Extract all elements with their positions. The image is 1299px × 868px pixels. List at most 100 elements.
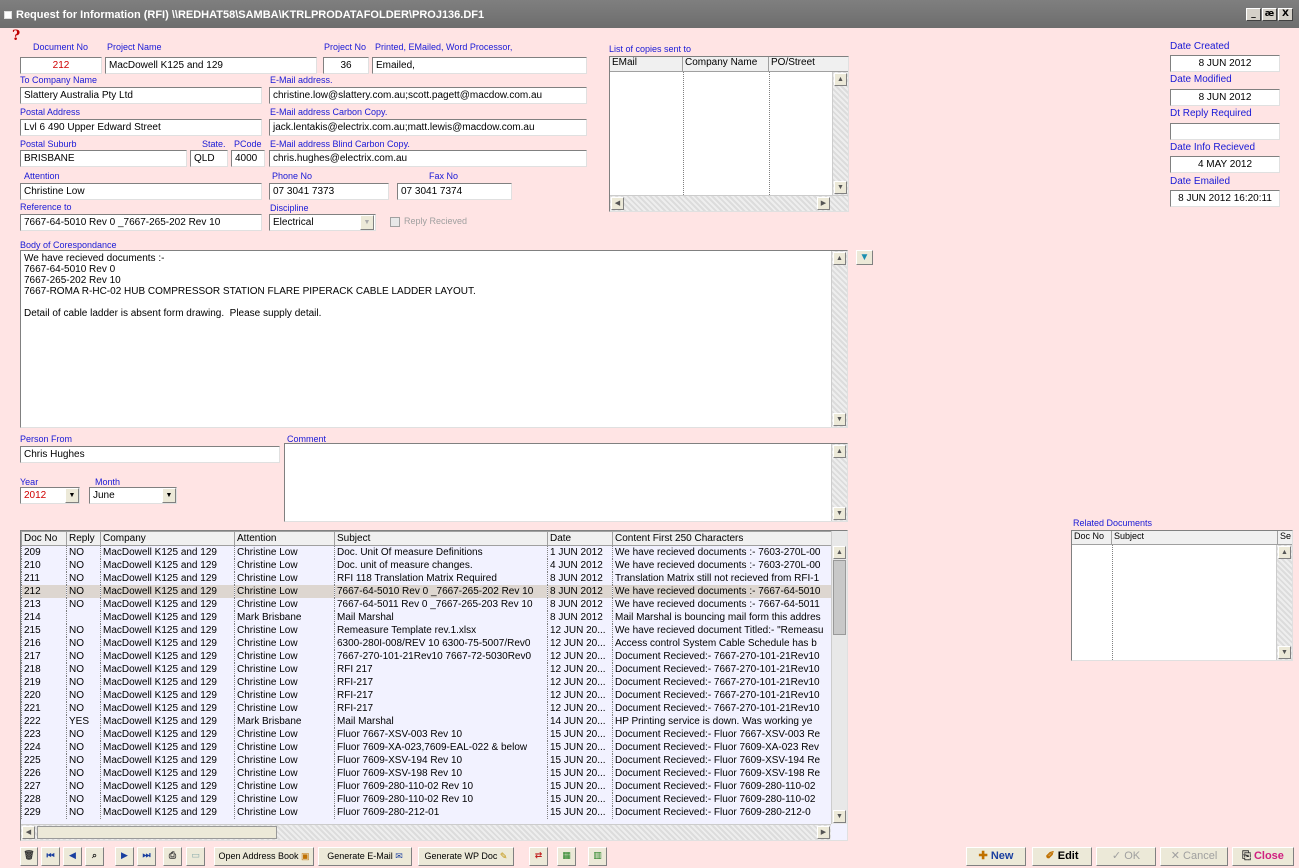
- table-row[interactable]: 211 NO MacDowell K125 and 129 Christine Low…: [21, 572, 832, 585]
- scroll-down-icon[interactable]: ▼: [1278, 646, 1291, 659]
- reply-received-checkbox[interactable]: [390, 217, 400, 227]
- grid-column-header[interactable]: Attention: [234, 531, 335, 546]
- copies-col-email[interactable]: EMail: [610, 57, 683, 71]
- scroll-right-icon[interactable]: ▶: [817, 197, 830, 210]
- date-created-field[interactable]: 8 JUN 2012: [1170, 55, 1280, 72]
- scroll-right-icon[interactable]: ▶: [817, 826, 830, 839]
- scroll-down-icon[interactable]: ▼: [833, 507, 846, 520]
- table-row[interactable]: 228 NO MacDowell K125 and 129 Christine Low…: [21, 793, 832, 806]
- open-address-book-button[interactable]: Open Address Book ▣: [214, 847, 314, 866]
- cancel-button[interactable]: ✕ Cancel: [1160, 847, 1228, 866]
- close-button[interactable]: ⎘ Close: [1232, 847, 1294, 866]
- previous-record-icon[interactable]: ◀: [63, 847, 82, 866]
- table-row[interactable]: 210 NO MacDowell K125 and 129 Christine Low…: [21, 559, 832, 572]
- table-row[interactable]: 216 NO MacDowell K125 and 129 Christine Low…: [21, 637, 832, 650]
- table-row[interactable]: 218 NO MacDowell K125 and 129 Christine Low…: [21, 663, 832, 676]
- table-row[interactable]: 220 NO MacDowell K125 and 129 Christine Low…: [21, 689, 832, 702]
- to-company-field[interactable]: Slattery Australia Pty Ltd: [20, 87, 262, 104]
- scroll-up-icon[interactable]: ▲: [1278, 546, 1291, 559]
- related-col-se[interactable]: Se: [1278, 531, 1292, 544]
- grid-hscroll-thumb[interactable]: [37, 826, 277, 839]
- year-dropdown-icon[interactable]: ▼: [65, 488, 79, 503]
- printed-field[interactable]: Emailed,: [372, 57, 587, 74]
- expand-body-icon[interactable]: ▼: [856, 250, 873, 265]
- document-no-field[interactable]: 212: [20, 57, 102, 74]
- grid-column-header[interactable]: Company: [100, 531, 235, 546]
- copies-col-street[interactable]: PO/Street: [769, 57, 848, 71]
- grid-column-header[interactable]: Content First 250 Characters: [612, 531, 832, 546]
- postal-suburb-field[interactable]: BRISBANE: [20, 150, 187, 167]
- edit-button[interactable]: ✐ Edit: [1032, 847, 1092, 866]
- related-list[interactable]: Doc No Subject Se ▲ ▼: [1071, 530, 1293, 661]
- email-cc-field[interactable]: jack.lentakis@electrix.com.au;matt.lewis…: [269, 119, 587, 136]
- close-window-button[interactable]: X: [1278, 8, 1293, 21]
- copies-col-company[interactable]: Company Name: [683, 57, 769, 71]
- grid-column-header[interactable]: Doc No: [21, 531, 67, 546]
- body-textarea[interactable]: We have recieved documents :- 7667-64-501…: [20, 250, 848, 428]
- table-row[interactable]: 217 NO MacDowell K125 and 129 Christine Low…: [21, 650, 832, 663]
- pcode-field[interactable]: 4000: [231, 150, 265, 167]
- reference-field[interactable]: 7667-64-5010 Rev 0 _7667-265-202 Rev 10: [20, 214, 262, 231]
- report-icon[interactable]: ▥: [588, 847, 607, 866]
- copies-list[interactable]: EMail Company Name PO/Street ▲ ▼ ◀ ▶: [609, 56, 849, 212]
- table-row[interactable]: 222 YES MacDowell K125 and 129 Mark Brisban…: [21, 715, 832, 728]
- body-vscroll[interactable]: ▲ ▼: [831, 251, 847, 427]
- copies-hscroll[interactable]: ◀ ▶: [610, 195, 848, 211]
- table-row[interactable]: 214 MacDowell K125 and 129 Mark Brisbane Ma…: [21, 611, 832, 624]
- table-row[interactable]: 221 NO MacDowell K125 and 129 Christine Low…: [21, 702, 832, 715]
- scroll-down-icon[interactable]: ▼: [833, 810, 846, 823]
- table-row[interactable]: 212 NO MacDowell K125 and 129 Christine Low…: [21, 585, 832, 598]
- person-from-field[interactable]: Chris Hughes: [20, 446, 280, 463]
- grid-column-header[interactable]: Subject: [334, 531, 548, 546]
- table-row[interactable]: 223 NO MacDowell K125 and 129 Christine Low…: [21, 728, 832, 741]
- info-received-field[interactable]: 4 MAY 2012: [1170, 156, 1280, 173]
- restore-button[interactable]: æ: [1262, 8, 1277, 21]
- grid-vscroll[interactable]: ▲ ▼: [831, 531, 847, 824]
- table-row[interactable]: 229 NO MacDowell K125 and 129 Christine Low…: [21, 806, 832, 819]
- scroll-up-icon[interactable]: ▲: [834, 73, 847, 86]
- attention-field[interactable]: Christine Low: [20, 183, 262, 200]
- document-icon[interactable]: ▭: [186, 847, 205, 866]
- scroll-down-icon[interactable]: ▼: [833, 413, 846, 426]
- related-col-subject[interactable]: Subject: [1112, 531, 1278, 544]
- find-icon[interactable]: ⌕: [85, 847, 104, 866]
- last-record-icon[interactable]: ⏭: [137, 847, 156, 866]
- first-record-icon[interactable]: ⏮: [41, 847, 60, 866]
- grid-column-header[interactable]: Date: [547, 531, 613, 546]
- transfer-icon[interactable]: ⇄: [529, 847, 548, 866]
- minimize-button[interactable]: _: [1246, 8, 1261, 21]
- project-name-field[interactable]: MacDowell K125 and 129: [105, 57, 317, 74]
- fax-field[interactable]: 07 3041 7374: [397, 183, 512, 200]
- comment-vscroll[interactable]: ▲ ▼: [831, 444, 847, 521]
- table-row[interactable]: 209 NO MacDowell K125 and 129 Christine Low…: [21, 545, 832, 559]
- email-bcc-field[interactable]: chris.hughes@electrix.com.au: [269, 150, 587, 167]
- grid-column-header[interactable]: Reply: [66, 531, 101, 546]
- spreadsheet-icon[interactable]: ▦: [557, 847, 576, 866]
- generate-email-button[interactable]: Generate E-Mail ✉: [318, 847, 412, 866]
- project-no-field[interactable]: 36: [323, 57, 369, 74]
- comment-textarea[interactable]: ▲ ▼: [284, 443, 848, 522]
- discipline-dropdown-icon[interactable]: ▼: [360, 215, 374, 230]
- documents-grid[interactable]: Doc No Reply Company Attention Subject Date Co…: [20, 530, 848, 841]
- scroll-left-icon[interactable]: ◀: [611, 197, 624, 210]
- new-button[interactable]: ✚ New: [966, 847, 1026, 866]
- scroll-left-icon[interactable]: ◀: [22, 826, 35, 839]
- table-row[interactable]: 225 NO MacDowell K125 and 129 Christine Low…: [21, 754, 832, 767]
- next-record-icon[interactable]: ▶: [115, 847, 134, 866]
- table-row[interactable]: 213 NO MacDowell K125 and 129 Christine Low…: [21, 598, 832, 611]
- date-emailed-field[interactable]: 8 JUN 2012 16:20:11: [1170, 190, 1280, 207]
- table-row[interactable]: 219 NO MacDowell K125 and 129 Christine Low…: [21, 676, 832, 689]
- scroll-down-icon[interactable]: ▼: [834, 181, 847, 194]
- email-field[interactable]: christine.low@slattery.com.au;scott.page…: [269, 87, 587, 104]
- copies-vscroll[interactable]: ▲ ▼: [832, 72, 848, 195]
- print-icon[interactable]: ⎙: [163, 847, 182, 866]
- reply-required-field[interactable]: [1170, 123, 1280, 140]
- related-col-docno[interactable]: Doc No: [1072, 531, 1112, 544]
- delete-icon[interactable]: 🗑: [20, 847, 38, 866]
- phone-field[interactable]: 07 3041 7373: [269, 183, 389, 200]
- generate-wp-button[interactable]: Generate WP Doc ✎: [418, 847, 514, 866]
- scroll-up-icon[interactable]: ▲: [833, 445, 846, 458]
- ok-button[interactable]: ✓ OK: [1096, 847, 1156, 866]
- question-mark-icon[interactable]: ?: [12, 28, 20, 44]
- table-row[interactable]: 227 NO MacDowell K125 and 129 Christine Low…: [21, 780, 832, 793]
